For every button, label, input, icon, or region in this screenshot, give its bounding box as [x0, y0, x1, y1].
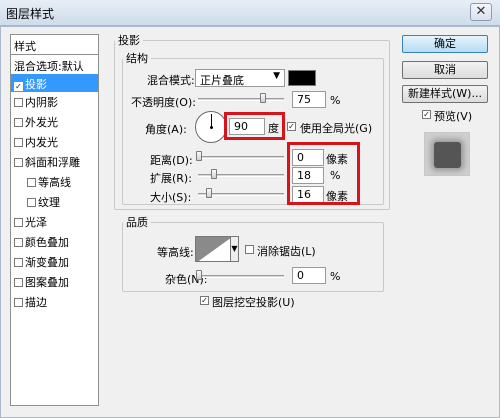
sidebar-item-label: 描边: [25, 296, 47, 309]
sidebar-item-drop-shadow[interactable]: ✓ 投影: [11, 74, 98, 92]
sidebar-item-color-overlay[interactable]: 颜色叠加: [11, 232, 98, 250]
sidebar-item-stroke[interactable]: 描边: [11, 292, 98, 310]
shadow-color-swatch[interactable]: [288, 70, 316, 86]
sidebar-item-bevel-emboss[interactable]: 斜面和浮雕: [11, 152, 98, 170]
drop-shadow-legend: 投影: [118, 34, 140, 47]
sidebar-item-label: 渐变叠加: [25, 256, 69, 269]
chevron-down-icon: ▼: [231, 244, 238, 253]
noise-slider[interactable]: [198, 275, 284, 278]
spread-label: 扩展(R):: [150, 172, 192, 185]
angle-dial[interactable]: [195, 111, 227, 143]
contour-label: 等高线:: [157, 246, 194, 259]
close-button[interactable]: ✕: [470, 3, 492, 21]
sidebar-item-label: 内发光: [25, 136, 58, 149]
sidebar-item-satin[interactable]: 光泽: [11, 212, 98, 230]
ok-button[interactable]: 确定: [402, 35, 488, 53]
preview-checkbox[interactable]: ✓: [422, 110, 431, 119]
preview-label: 预览(V): [434, 110, 473, 123]
pattern-overlay-checkbox[interactable]: [14, 278, 23, 287]
satin-checkbox[interactable]: [14, 218, 23, 227]
noise-slider-thumb[interactable]: [196, 270, 202, 280]
color-overlay-checkbox[interactable]: [14, 238, 23, 247]
size-label: 大小(S):: [150, 191, 192, 204]
window-title: 图层样式: [6, 7, 55, 21]
gradient-overlay-checkbox[interactable]: [14, 258, 23, 267]
noise-unit: %: [330, 270, 341, 283]
sidebar-item-label: 图案叠加: [25, 276, 69, 289]
size-slider-thumb[interactable]: [206, 188, 212, 198]
chevron-down-icon: ▼: [273, 71, 280, 81]
cancel-button[interactable]: 取消: [402, 61, 488, 79]
contour-dropdown[interactable]: ▼: [230, 236, 239, 262]
distance-slider[interactable]: [198, 156, 284, 159]
sidebar-item-label: 投影: [25, 78, 47, 91]
opacity-slider[interactable]: [198, 98, 284, 101]
sidebar-item-pattern-overlay[interactable]: 图案叠加: [11, 272, 98, 290]
blend-mode-select[interactable]: 正片叠底 ▼: [195, 69, 285, 87]
inner-glow-checkbox[interactable]: [14, 138, 23, 147]
sidebar-item-contour[interactable]: 等高线: [11, 172, 98, 190]
contour-curve: [196, 237, 230, 261]
knockout-label: 图层挖空投影(U): [212, 296, 295, 309]
noise-field[interactable]: 0: [292, 267, 326, 284]
sidebar-item-label: 混合选项:默认: [14, 60, 84, 73]
values-highlight-box: [287, 142, 360, 205]
sidebar-item-label: 纹理: [38, 196, 60, 209]
angle-highlight-box: [224, 112, 285, 140]
title-bar: 图层样式 ✕: [0, 0, 500, 26]
style-list: 样式 混合选项:默认 ✓ 投影 内阴影 外发光 内发光 斜面和浮雕 等高线 纹理 …: [10, 34, 99, 406]
anti-alias-checkbox[interactable]: [245, 245, 254, 254]
quality-legend: 品质: [126, 216, 148, 229]
sidebar-item-label: 等高线: [38, 176, 71, 189]
new-style-button[interactable]: 新建样式(W)...: [402, 85, 488, 103]
sidebar-item-label: 光泽: [25, 216, 47, 229]
spread-slider-thumb[interactable]: [211, 169, 217, 179]
angle-label: 角度(A):: [145, 123, 187, 136]
sidebar-item-label: 颜色叠加: [25, 236, 69, 249]
preview-shape: [434, 142, 461, 168]
opacity-slider-thumb[interactable]: [260, 93, 266, 103]
texture-checkbox[interactable]: [27, 198, 36, 207]
knockout-checkbox[interactable]: ✓: [200, 296, 209, 305]
opacity-unit: %: [330, 94, 341, 107]
style-list-header: 样式: [11, 35, 98, 55]
sidebar-item-gradient-overlay[interactable]: 渐变叠加: [11, 252, 98, 270]
anti-alias-label: 消除锯齿(L): [257, 245, 316, 258]
bevel-emboss-checkbox[interactable]: [14, 158, 23, 167]
global-light-label: 使用全局光(G): [300, 122, 373, 135]
global-light-checkbox[interactable]: ✓: [287, 122, 296, 131]
distance-label: 距离(D):: [150, 154, 193, 167]
contour-picker[interactable]: [195, 236, 231, 262]
opacity-field[interactable]: 75: [292, 91, 326, 108]
angle-dial-center: [210, 126, 213, 129]
opacity-label: 不透明度(O):: [131, 96, 196, 109]
blend-mode-value: 正片叠底: [200, 74, 244, 87]
sidebar-item-inner-glow[interactable]: 内发光: [11, 132, 98, 150]
distance-slider-thumb[interactable]: [196, 151, 202, 161]
structure-legend: 结构: [126, 52, 148, 65]
sidebar-item-inner-shadow[interactable]: 内阴影: [11, 92, 98, 110]
sidebar-item-blending-options[interactable]: 混合选项:默认: [11, 56, 98, 74]
close-icon: ✕: [475, 4, 487, 19]
contour-checkbox[interactable]: [27, 178, 36, 187]
blend-mode-label: 混合模式:: [147, 74, 195, 87]
sidebar-item-texture[interactable]: 纹理: [11, 192, 98, 210]
sidebar-item-label: 斜面和浮雕: [25, 156, 80, 169]
inner-shadow-checkbox[interactable]: [14, 98, 23, 107]
outer-glow-checkbox[interactable]: [14, 118, 23, 127]
sidebar-item-label: 内阴影: [25, 96, 58, 109]
sidebar-item-label: 外发光: [25, 116, 58, 129]
drop-shadow-checkbox[interactable]: ✓: [14, 82, 23, 91]
style-preview-swatch: [424, 132, 470, 176]
sidebar-item-outer-glow[interactable]: 外发光: [11, 112, 98, 130]
stroke-checkbox[interactable]: [14, 298, 23, 307]
